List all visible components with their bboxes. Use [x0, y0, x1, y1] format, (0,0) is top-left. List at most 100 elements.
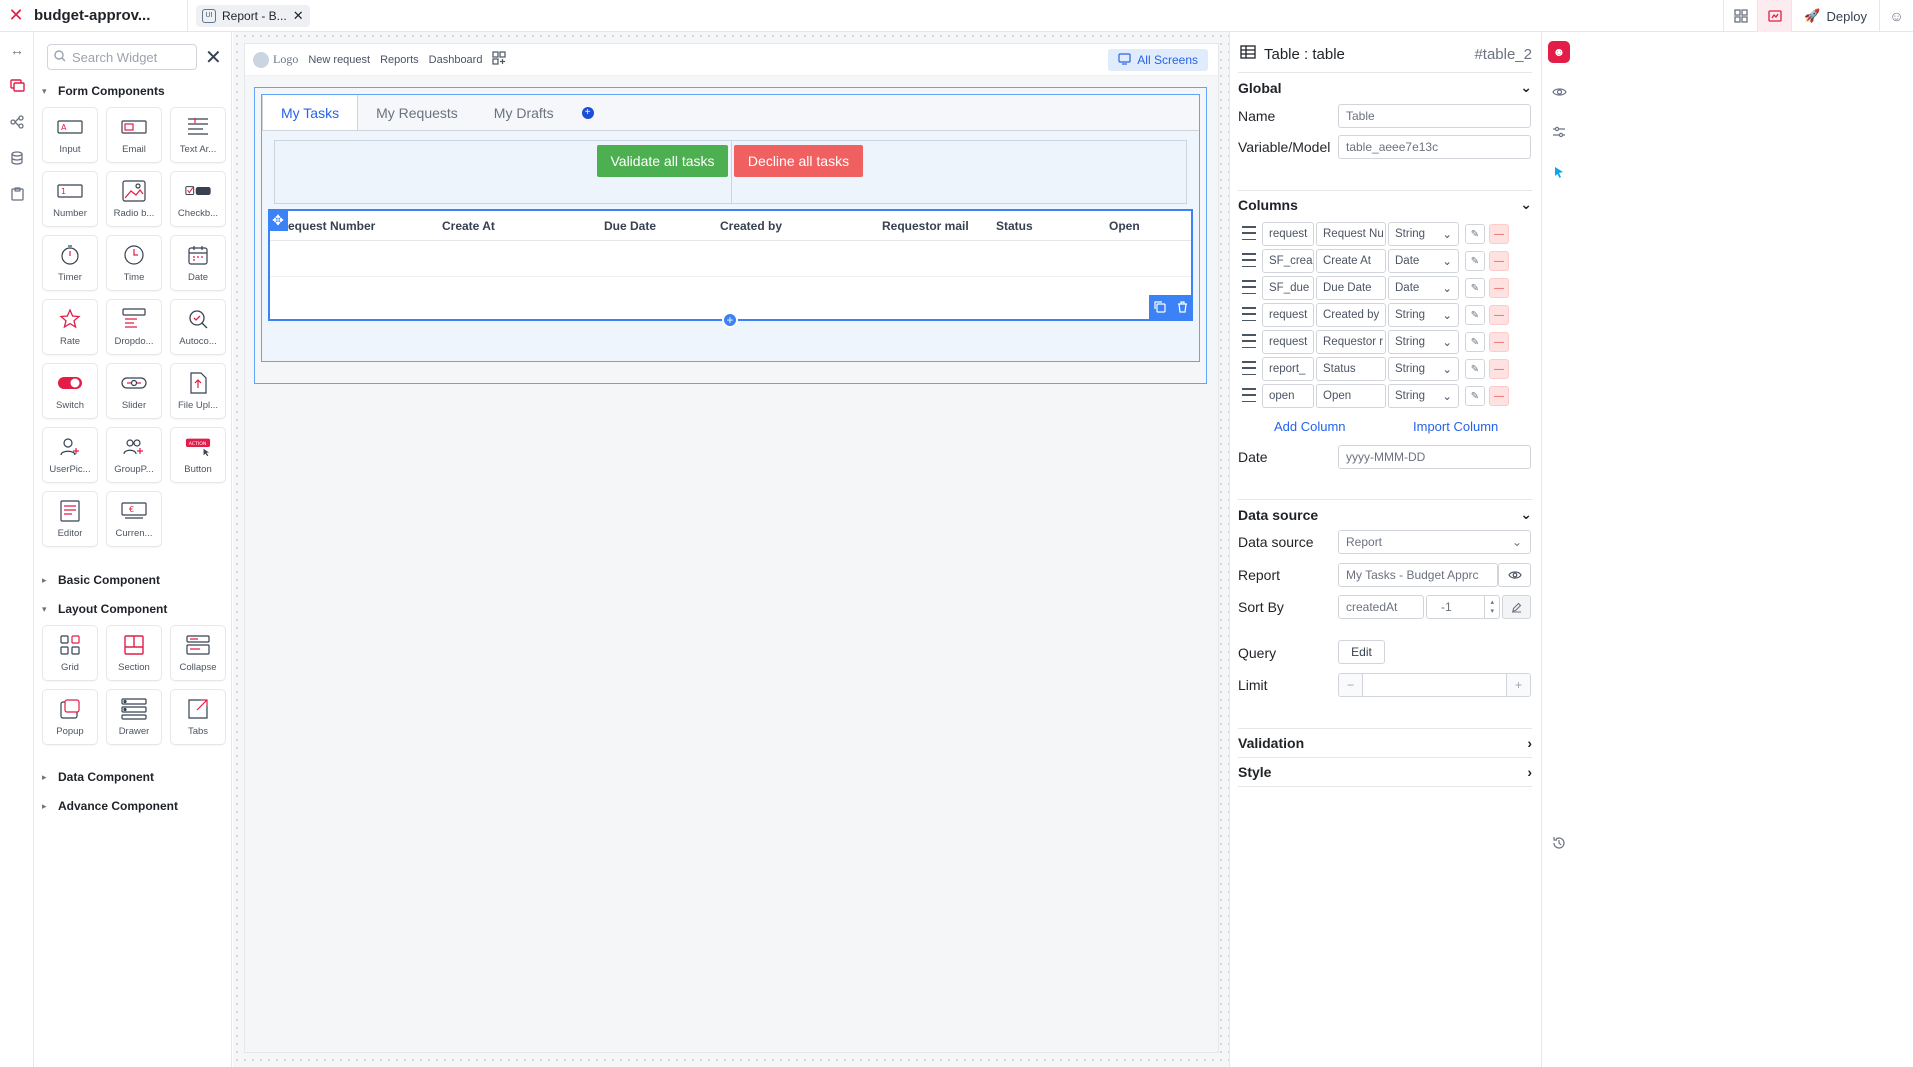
widget-drawer[interactable]: Drawer — [106, 689, 162, 745]
style-section-header[interactable]: Style › — [1238, 764, 1532, 780]
column-key-input[interactable]: request — [1262, 222, 1314, 246]
widget-file-upload[interactable]: File Upl... — [170, 363, 226, 419]
widget-input[interactable]: A Input — [42, 107, 98, 163]
edit-column-icon[interactable]: ✎ — [1465, 278, 1485, 298]
column-key-input[interactable]: report_ — [1262, 357, 1314, 381]
drag-handle-icon[interactable] — [1242, 334, 1256, 348]
add-column-link[interactable]: Add Column — [1274, 419, 1346, 434]
preview-icon[interactable] — [1757, 0, 1792, 32]
column-header[interactable]: Status — [996, 219, 1033, 233]
column-type-select[interactable]: String ⌄ — [1388, 330, 1459, 354]
remove-column-icon[interactable]: — — [1489, 224, 1509, 244]
column-header[interactable]: Due Date — [604, 219, 656, 233]
screen-page[interactable]: Logo New request Reports Dashboard All S… — [244, 43, 1219, 1053]
remove-column-icon[interactable]: — — [1489, 305, 1509, 325]
tab-my-requests[interactable]: My Requests — [358, 95, 476, 130]
widget-tabs[interactable]: Tabs — [170, 689, 226, 745]
column-type-select[interactable]: Date ⌄ — [1388, 249, 1459, 273]
column-label-input[interactable]: Status — [1316, 357, 1386, 381]
column-label-input[interactable]: Due Date — [1316, 276, 1386, 300]
edit-column-icon[interactable]: ✎ — [1465, 305, 1485, 325]
import-column-link[interactable]: Import Column — [1413, 419, 1498, 434]
drag-handle-icon[interactable] — [1242, 226, 1256, 240]
design-canvas[interactable]: Logo New request Reports Dashboard All S… — [233, 32, 1229, 1067]
minus-icon[interactable]: − — [1339, 674, 1363, 696]
widget-editor[interactable]: Editor — [42, 491, 98, 547]
drag-handle-icon[interactable] — [1242, 307, 1256, 321]
widget-rate[interactable]: Rate — [42, 299, 98, 355]
deploy-button[interactable]: 🚀 Deploy — [1791, 0, 1879, 32]
remove-column-icon[interactable]: — — [1489, 386, 1509, 406]
column-type-select[interactable]: String ⌄ — [1388, 222, 1459, 246]
drag-handle-icon[interactable] — [1242, 361, 1256, 375]
date-format-input[interactable]: yyyy-MMM-DD — [1338, 445, 1531, 469]
app-name[interactable]: budget-approv... — [32, 7, 187, 24]
ai-assistant-button[interactable]: ☻ — [1542, 32, 1576, 72]
column-key-input[interactable]: request — [1262, 303, 1314, 327]
validate-all-tasks-button[interactable]: Validate all tasks — [597, 145, 728, 177]
container-selection[interactable]: My Tasks My Requests My Drafts + Validat… — [254, 87, 1207, 384]
expand-icon[interactable]: ↔ — [0, 32, 34, 68]
nav-link-new-request[interactable]: New request — [308, 54, 370, 66]
columns-section-header[interactable]: Columns ⌄ — [1238, 196, 1532, 213]
widget-user-picker[interactable]: UserPic... — [42, 427, 98, 483]
decline-all-tasks-button[interactable]: Decline all tasks — [734, 145, 863, 177]
remove-column-icon[interactable]: — — [1489, 278, 1509, 298]
grid-view-icon[interactable] — [1723, 0, 1757, 32]
widget-button[interactable]: ACTION Button — [170, 427, 226, 483]
database-icon[interactable] — [0, 140, 34, 176]
close-tab-icon[interactable]: ✕ — [293, 8, 304, 24]
table-widget[interactable]: equest Number Create At Due Date Created… — [268, 209, 1193, 328]
remove-column-icon[interactable]: — — [1489, 359, 1509, 379]
plus-icon[interactable]: + — [1506, 674, 1530, 696]
add-widget-icon[interactable] — [492, 51, 507, 68]
widget-dropdown[interactable]: Dropdo... — [106, 299, 162, 355]
advance-component-header[interactable]: ▸ Advance Component — [42, 799, 178, 813]
document-tab[interactable]: UI Report - B... ✕ — [196, 4, 310, 27]
edit-column-icon[interactable]: ✎ — [1465, 251, 1485, 271]
column-label-input[interactable]: Create At — [1316, 249, 1386, 273]
column-label-input[interactable]: Requestor r — [1316, 330, 1386, 354]
datasource-section-header[interactable]: Data source ⌄ — [1238, 506, 1532, 523]
layout-component-header[interactable]: ▾ Layout Component — [42, 602, 167, 616]
nav-link-reports[interactable]: Reports — [380, 54, 419, 66]
widget-timer[interactable]: Timer — [42, 235, 98, 291]
user-icon[interactable]: ☺ — [1879, 0, 1913, 32]
widget-popup[interactable]: Popup — [42, 689, 98, 745]
eye-icon[interactable] — [1542, 72, 1576, 112]
edit-column-icon[interactable]: ✎ — [1465, 359, 1485, 379]
add-tab-button[interactable]: + — [572, 95, 594, 130]
flow-icon[interactable] — [0, 104, 34, 140]
widget-grid[interactable]: Grid — [42, 625, 98, 681]
widget-switch[interactable]: Switch — [42, 363, 98, 419]
column-key-input[interactable]: open — [1262, 384, 1314, 408]
add-below-icon[interactable]: + — [722, 312, 738, 328]
app-logo-icon[interactable]: ✕ — [0, 0, 32, 32]
widget-collapse[interactable]: Collapse — [170, 625, 226, 681]
sliders-icon[interactable] — [1542, 112, 1576, 152]
app-logo[interactable]: Logo — [253, 51, 298, 68]
tabs-widget[interactable]: My Tasks My Requests My Drafts + Validat… — [261, 94, 1200, 362]
widget-checkbox[interactable]: Checkb... — [170, 171, 226, 227]
datasource-select[interactable]: Report ⌄ — [1338, 530, 1531, 554]
widget-textarea[interactable]: Text Ar... — [170, 107, 226, 163]
column-header[interactable]: equest Number — [288, 219, 375, 233]
column-type-select[interactable]: String ⌄ — [1388, 384, 1459, 408]
nav-link-dashboard[interactable]: Dashboard — [429, 54, 483, 66]
widget-radio[interactable]: Radio b... — [106, 171, 162, 227]
stepper-arrows-icon[interactable]: ▴ ▾ — [1484, 596, 1499, 618]
column-type-select[interactable]: String ⌄ — [1388, 357, 1459, 381]
model-input[interactable]: table_aeee7e13c — [1338, 135, 1531, 159]
drag-handle-icon[interactable] — [1242, 388, 1256, 402]
history-icon[interactable] — [1542, 823, 1576, 863]
column-header[interactable]: Created by — [720, 219, 782, 233]
column-label-input[interactable]: Open — [1316, 384, 1386, 408]
widget-section[interactable]: Section — [106, 625, 162, 681]
widget-time[interactable]: Time — [106, 235, 162, 291]
sortby-order-stepper[interactable]: -1 ▴ ▾ — [1426, 595, 1500, 619]
column-header[interactable]: Create At — [442, 219, 495, 233]
trash-icon[interactable] — [1177, 300, 1188, 316]
widget-currency[interactable]: € Curren... — [106, 491, 162, 547]
pointer-icon[interactable] — [1542, 152, 1576, 192]
limit-stepper[interactable]: − + — [1338, 673, 1531, 697]
